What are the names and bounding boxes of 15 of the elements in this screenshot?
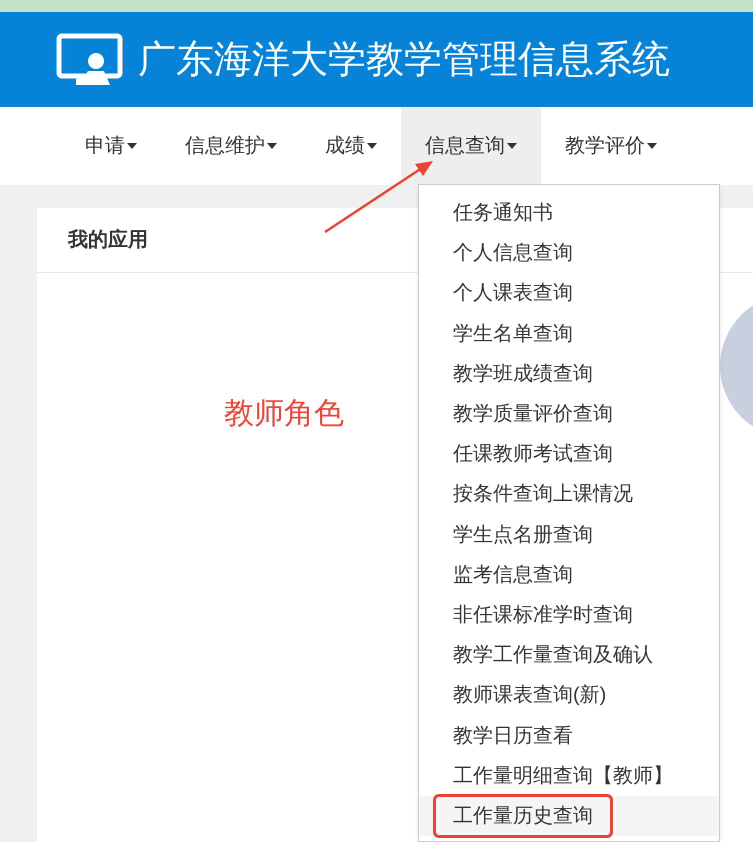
logo-icon bbox=[56, 32, 124, 86]
caret-icon bbox=[647, 143, 657, 149]
caret-icon bbox=[267, 143, 277, 149]
caret-icon bbox=[127, 143, 137, 149]
system-title: 广东海洋大学教学管理信息系统 bbox=[138, 40, 670, 78]
nav-tab[interactable]: 信息查询 bbox=[401, 107, 541, 185]
nav-tab[interactable]: 申请 bbox=[61, 107, 161, 185]
nav-tab[interactable]: 教学评价 bbox=[541, 107, 681, 185]
caret-icon bbox=[367, 143, 377, 149]
menu-item[interactable]: 工作量历史查询 bbox=[433, 794, 613, 838]
role-annotation: 教师角色 bbox=[224, 396, 344, 432]
panel-title: 我的应用 bbox=[68, 228, 148, 253]
nav-tab[interactable]: 信息维护 bbox=[161, 107, 301, 185]
caret-icon bbox=[507, 143, 517, 149]
nav-tab[interactable]: 成绩 bbox=[301, 107, 401, 185]
